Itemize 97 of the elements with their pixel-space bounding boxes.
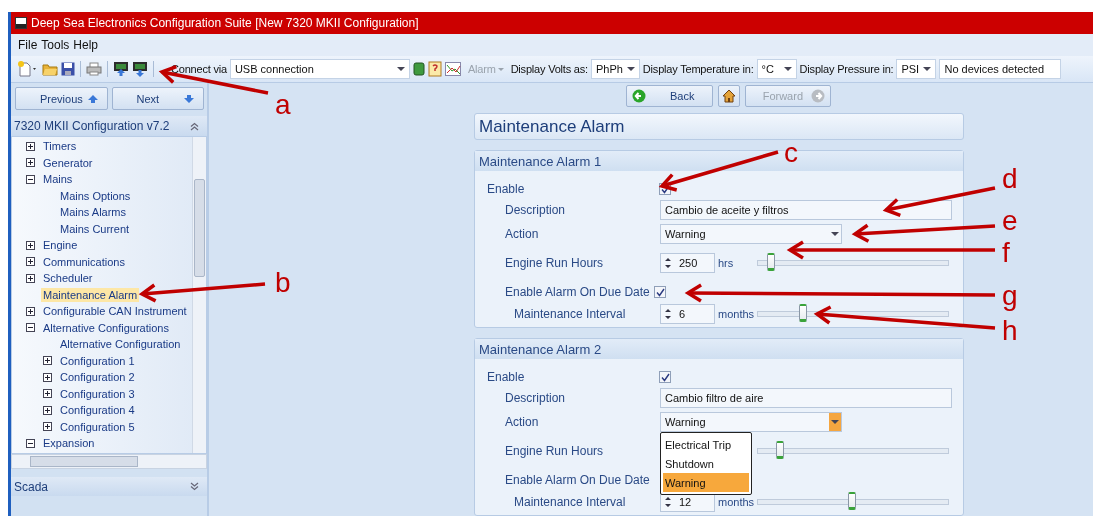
menu-item[interactable]: Tools [41, 38, 70, 52]
checkbox[interactable] [659, 371, 671, 383]
unit-dropdown[interactable]: °C [756, 59, 797, 79]
monitor-download-icon[interactable] [132, 61, 148, 77]
home-button[interactable] [718, 85, 740, 107]
spin-field[interactable]: 6 [660, 304, 715, 324]
field-label: Enable Alarm On Due Date [504, 285, 651, 299]
field-label: Enable [486, 370, 526, 384]
expand-chevron-icon[interactable] [190, 482, 199, 491]
horizontal-scrollbar[interactable] [11, 454, 207, 469]
field-label: Engine Run Hours [504, 255, 605, 270]
annotation-letter: b [275, 267, 291, 298]
slider-thumb[interactable] [766, 252, 775, 271]
app-icon [15, 17, 27, 29]
document-question-icon[interactable] [427, 61, 442, 77]
connection-dropdown[interactable]: USB connection [229, 59, 410, 79]
tree-item[interactable]: Generator [41, 155, 95, 170]
tree-item[interactable]: Configuration 4 [58, 403, 137, 418]
unit-label: months [717, 496, 756, 508]
previous-button[interactable]: Previous [15, 87, 108, 110]
tree-item[interactable]: Configuration 5 [58, 419, 137, 434]
selector-label: Display Volts as: [510, 63, 588, 75]
field-label: Enable Alarm On Due Date [504, 473, 651, 487]
action-dropdown[interactable]: Warning [660, 223, 842, 244]
save-icon[interactable] [61, 62, 75, 76]
dropdown-option[interactable]: Electrical Trip [663, 435, 749, 454]
vertical-scrollbar[interactable] [192, 137, 206, 453]
selector-label: Display Temperature in: [642, 63, 754, 75]
window-title: Deep Sea Electronics Configuration Suite [New 7320 MKII Configuration] [31, 16, 419, 30]
field-label: Action [504, 414, 540, 429]
tree-item[interactable]: Mains [41, 172, 75, 187]
selector-label: Display Pressure in: [799, 63, 894, 75]
device-status-field: No devices detected [939, 59, 1062, 79]
tree-item[interactable]: Scheduler [41, 271, 95, 286]
back-button[interactable]: Back [626, 85, 713, 107]
checkbox[interactable] [654, 286, 666, 298]
chart-icon[interactable] [444, 62, 461, 76]
field-label: Description [504, 391, 567, 405]
field-label: Enable [486, 182, 526, 196]
tree-item[interactable]: Timers [41, 139, 79, 154]
collapse-chevron-icon[interactable] [190, 121, 199, 131]
tree-item[interactable]: Configuration 1 [58, 353, 137, 368]
spinner-arrows-icon[interactable] [665, 256, 671, 269]
unit-dropdown[interactable]: PSI [896, 59, 937, 79]
slider-thumb[interactable] [798, 304, 807, 322]
monitor-upload-icon[interactable] [113, 61, 129, 77]
annotation-letter: e [1002, 205, 1018, 236]
tree-item[interactable]: Expansion [41, 436, 97, 451]
home-icon [722, 89, 736, 103]
arrow-up-icon [86, 93, 99, 104]
group-title: Maintenance Alarm 2 [475, 339, 963, 359]
unit-dropdown[interactable]: PhPh [590, 59, 640, 79]
tree-item[interactable]: Configurable CAN Instrument [41, 304, 189, 319]
action-dropdown[interactable]: Warning [660, 411, 842, 432]
unit-label: hrs [717, 256, 735, 269]
scada-header[interactable]: Scada [11, 477, 207, 496]
field-label: Action [504, 226, 540, 241]
annotation-letter: a [275, 89, 291, 120]
new-file-icon[interactable] [17, 61, 39, 77]
chip-icon[interactable] [412, 62, 425, 76]
tree-item[interactable]: Engine [41, 238, 80, 253]
description-field[interactable]: Cambio filtro de aire [660, 388, 952, 408]
tree-item[interactable]: Communications [41, 254, 127, 269]
print-icon[interactable] [86, 62, 102, 76]
field-label: Maintenance Interval [513, 307, 627, 321]
next-button[interactable]: Next [111, 87, 204, 110]
tree-item[interactable]: Maintenance Alarm [41, 287, 140, 302]
field-label: Description [504, 203, 567, 217]
tree-item[interactable]: Mains Current [58, 221, 132, 236]
tree-item[interactable]: Mains Alarms [58, 205, 129, 220]
arrow-down-icon [183, 93, 195, 104]
spin-field[interactable]: 250 [660, 252, 715, 273]
annotation-letter: g [1002, 280, 1018, 311]
field-label: Engine Run Hours [504, 443, 605, 458]
slider-thumb[interactable] [848, 492, 857, 510]
unit-label: months [717, 308, 756, 320]
spinner-arrows-icon[interactable] [665, 308, 671, 320]
tree-item[interactable]: Alternative Configurations [41, 320, 171, 335]
slider-thumb[interactable] [776, 440, 784, 459]
annotation-letter: f [1002, 237, 1010, 268]
menu-item[interactable]: File [18, 38, 38, 52]
tree-item[interactable]: Mains Options [58, 188, 133, 203]
tree-item[interactable]: Configuration 2 [58, 370, 137, 385]
page-title: Maintenance Alarm [474, 113, 964, 140]
menu-item[interactable]: Help [73, 38, 99, 52]
annotation-letter: c [784, 137, 798, 168]
dropdown-option[interactable]: Shutdown [663, 454, 749, 473]
spinner-arrows-icon[interactable] [665, 496, 671, 508]
connect-label: Connect via [171, 63, 227, 75]
tree-item[interactable]: Configuration 3 [58, 386, 137, 401]
field-label: Maintenance Interval [513, 495, 627, 509]
tree-header: 7320 MKII Configuration v7.2 [11, 116, 207, 136]
description-field[interactable]: Cambio de aceite y filtros [660, 200, 952, 220]
dropdown-option[interactable]: Warning [663, 473, 749, 492]
annotation-letter: h [1002, 315, 1018, 346]
annotation-letter: d [1002, 163, 1018, 194]
tree-item[interactable]: Alternative Configuration [58, 337, 183, 352]
